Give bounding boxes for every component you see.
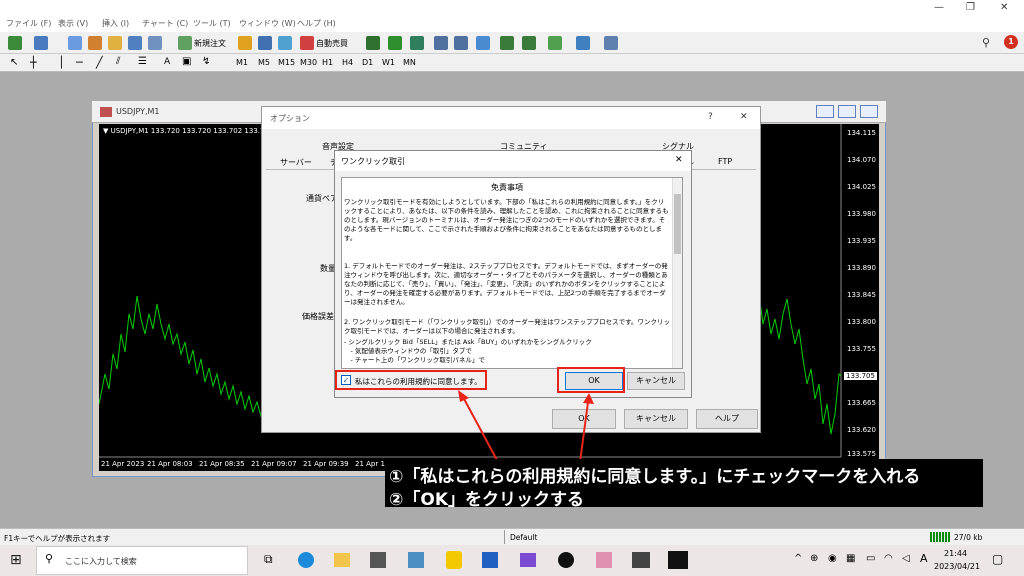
app-icon-3[interactable] xyxy=(482,552,498,568)
tray-icon-2[interactable]: ◉ xyxy=(828,553,837,564)
windows-start-icon[interactable]: ⊞ xyxy=(10,552,22,568)
camera-icon[interactable] xyxy=(632,552,650,568)
explorer-icon[interactable] xyxy=(334,553,350,567)
instruction-step-2: ②「OK」をクリックする xyxy=(389,490,585,510)
taskbar-search-text: ここに入力して検索 xyxy=(65,557,137,566)
wifi-icon[interactable]: ◠ xyxy=(884,553,893,564)
app-icon-4[interactable] xyxy=(520,553,536,567)
status-help-text: F1キーでヘルプが表示されます xyxy=(4,534,111,543)
app-icon-2[interactable] xyxy=(446,551,462,569)
tray-icon-4[interactable]: ▭ xyxy=(866,553,875,564)
ime-indicator[interactable]: A xyxy=(920,552,928,565)
taskbar: ⊞ ⚲ ここに入力して検索 ⧉ ^ ⊕ ◉ ▦ ▭ ◠ ◁ A 21:44 20… xyxy=(0,545,1024,576)
tray-chevron-icon[interactable]: ^ xyxy=(794,553,802,564)
xm-app-icon[interactable] xyxy=(668,551,688,569)
taskbar-search-box[interactable]: ⚲ ここに入力して検索 xyxy=(36,546,248,575)
status-profile: Default xyxy=(510,533,538,542)
edge-icon[interactable] xyxy=(298,552,314,568)
clock-time[interactable]: 21:44 xyxy=(944,549,967,558)
volume-icon[interactable]: ◁ xyxy=(902,553,910,564)
status-traffic: 27/0 kb xyxy=(954,533,983,542)
instruction-step-1: ①「私はこれらの利用規約に同意します。」にチェックマークを入れる xyxy=(389,467,921,487)
tray-icon-1[interactable]: ⊕ xyxy=(810,553,818,564)
store-icon[interactable] xyxy=(370,552,386,568)
tray-icon-3[interactable]: ▦ xyxy=(846,553,855,564)
search-glass-icon: ⚲ xyxy=(45,552,54,565)
connection-icon xyxy=(930,532,950,542)
app-icon-6[interactable] xyxy=(596,552,612,568)
app-icon-5[interactable] xyxy=(558,552,574,568)
notifications-icon[interactable]: ▢ xyxy=(992,552,1003,566)
status-bar: F1キーでヘルプが表示されます Default 27/0 kb xyxy=(0,528,1024,545)
instruction-caption: ①「私はこれらの利用規約に同意します。」にチェックマークを入れる ②「OK」をク… xyxy=(385,459,983,510)
task-view-icon[interactable]: ⧉ xyxy=(264,552,273,567)
app-icon-1[interactable] xyxy=(408,552,424,568)
clock-date[interactable]: 2023/04/21 xyxy=(934,562,980,571)
status-divider xyxy=(504,530,505,544)
